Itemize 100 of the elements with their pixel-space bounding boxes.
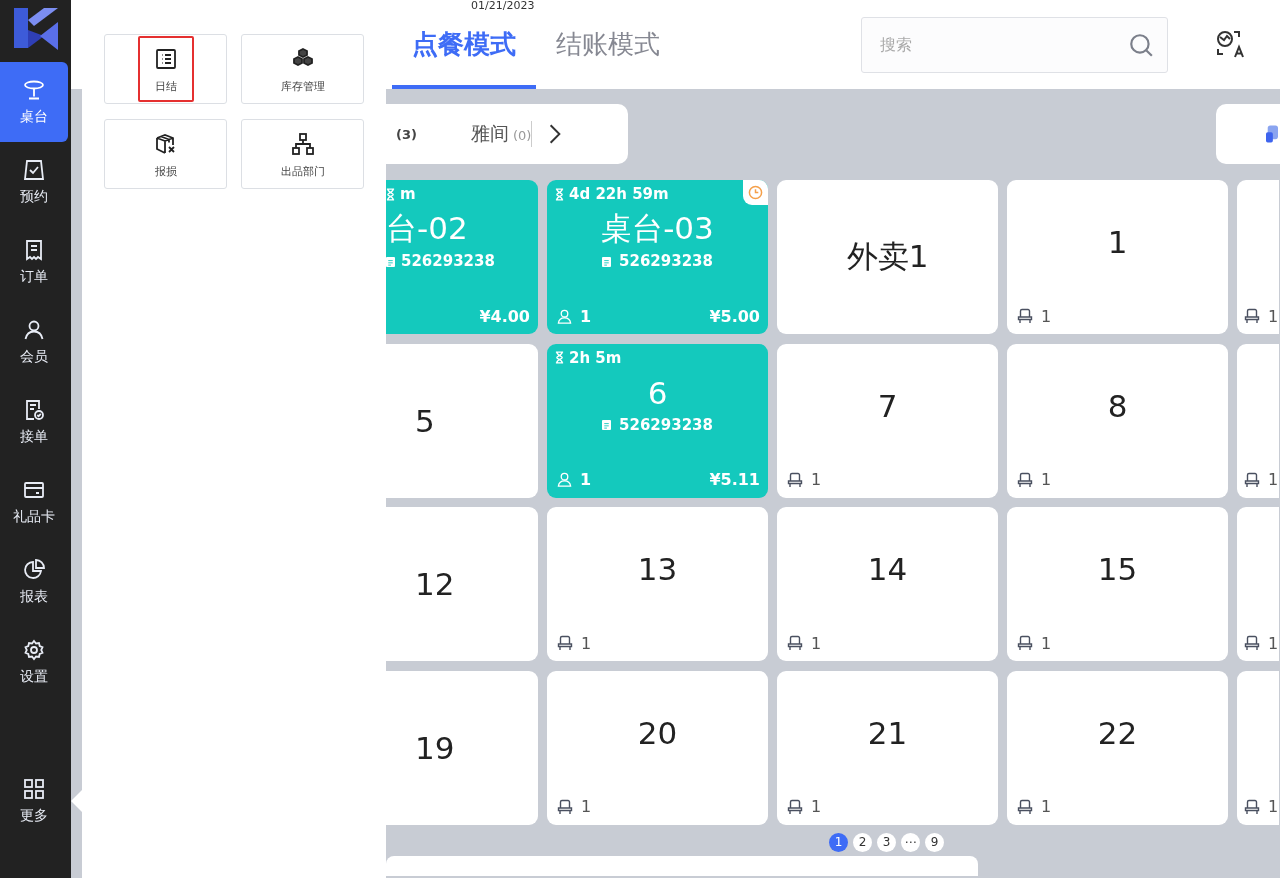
seat-count: 1: [1041, 470, 1052, 489]
page-button[interactable]: 3: [877, 832, 896, 852]
chair-icon: [557, 798, 573, 815]
seat-count: 1: [1041, 306, 1052, 326]
search-icon: [1128, 31, 1154, 58]
nav-item[interactable]: 更多: [0, 761, 68, 841]
table-card[interactable]: 19: [386, 670, 538, 825]
table-card[interactable]: 20 1: [547, 670, 768, 825]
table-card[interactable]: 21 1: [777, 670, 998, 825]
nav-item[interactable]: 接单: [0, 382, 68, 462]
nav-item[interactable]: 报表: [0, 542, 68, 622]
nav-item[interactable]: 订单: [0, 222, 68, 302]
table-card[interactable]: 7 1: [777, 343, 998, 498]
table-name: 12: [415, 566, 455, 602]
table-name: 22: [1097, 714, 1138, 751]
page-button[interactable]: 1: [829, 832, 848, 852]
person-icon: [22, 318, 46, 342]
table-card[interactable]: 12: [386, 507, 538, 661]
table-name: 台-02: [386, 209, 469, 248]
chevron-right-icon[interactable]: [548, 123, 563, 145]
table-card[interactable]: 1: [1237, 670, 1279, 825]
clipboard-icon: [602, 419, 612, 430]
chair-icon: [1017, 635, 1033, 651]
guest-count: 1: [580, 306, 592, 326]
table-card[interactable]: 1: [1237, 343, 1279, 498]
clock-icon: [748, 185, 763, 200]
list-icon: [153, 47, 178, 71]
table-icon: [22, 78, 46, 102]
table-name: 8: [1107, 387, 1128, 424]
timer-text: 4d 22h 59m: [569, 185, 669, 203]
menu-tile[interactable]: 报损: [104, 119, 227, 189]
table-card[interactable]: 22 1: [1007, 670, 1228, 825]
calendar-check-icon: [22, 158, 46, 182]
table-name: 19: [415, 729, 455, 766]
table-name: 21: [867, 714, 908, 751]
nav-item[interactable]: 会员: [0, 302, 68, 382]
chair-icon: [787, 798, 803, 815]
person-icon: [557, 472, 572, 487]
mode-tab[interactable]: 结账模式: [536, 0, 680, 89]
price-text: ¥5.00: [709, 306, 760, 326]
area-tab[interactable]: 雅间 (0): [470, 121, 532, 147]
table-name: 1: [1107, 224, 1128, 260]
seat-count: 1: [811, 797, 822, 816]
table-name: 20: [637, 714, 678, 751]
table-name: 5: [415, 402, 435, 439]
price-text: ¥4.00: [479, 306, 530, 326]
table-name: 15: [1097, 551, 1138, 587]
hourglass-icon: [555, 351, 564, 364]
device-icon: [1266, 124, 1278, 144]
table-name: 7: [877, 387, 898, 424]
nav-item[interactable]: 桌台: [0, 62, 68, 142]
seat-count: 1: [1041, 633, 1052, 653]
chair-icon: [557, 635, 573, 651]
nav-item[interactable]: 设置: [0, 622, 68, 702]
chair-icon: [1017, 308, 1033, 324]
table-name: 13: [637, 551, 678, 587]
table-card[interactable]: 外卖1: [777, 180, 998, 334]
seat-count: 1: [811, 633, 822, 653]
chair-icon: [1244, 471, 1260, 488]
settings-icon: [22, 638, 46, 662]
seat-count: 1: [1268, 306, 1279, 326]
menu-tile[interactable]: 出品部门: [241, 119, 364, 189]
org-chart-icon: [290, 132, 315, 156]
table-name: 桌台-03: [600, 209, 715, 248]
page-button[interactable]: 2: [853, 832, 872, 852]
menu-tile[interactable]: 库存管理: [241, 34, 364, 104]
menu-tile[interactable]: 日结: [104, 34, 227, 104]
page-button[interactable]: ⋯: [901, 832, 920, 852]
table-card[interactable]: 13 1: [547, 507, 768, 661]
table-card[interactable]: 15 1: [1007, 507, 1228, 661]
page-button[interactable]: 9: [925, 832, 944, 852]
table-card[interactable]: 1: [1237, 180, 1279, 334]
timer-text: m: [400, 185, 416, 203]
logo: [13, 6, 58, 50]
date-text: 01/21/2023: [471, 0, 535, 12]
hourglass-icon: [555, 187, 564, 201]
chair-icon: [1244, 635, 1260, 651]
seat-count: 1: [581, 633, 592, 653]
seat-count: 1: [1041, 797, 1052, 816]
area-tab[interactable]: (3): [396, 126, 417, 142]
seat-count: 1: [811, 470, 822, 489]
chair-icon: [1244, 798, 1260, 815]
guest-count: 1: [580, 470, 592, 489]
table-card[interactable]: 5: [386, 343, 538, 498]
chair-icon: [787, 635, 803, 651]
seat-count: 1: [1268, 470, 1279, 489]
chair-icon: [1017, 798, 1033, 815]
nav-item[interactable]: 预约: [0, 142, 68, 222]
table-card[interactable]: 14 1: [777, 507, 998, 661]
nav-item[interactable]: 礼品卡: [0, 462, 68, 542]
pie-chart-icon: [22, 558, 46, 582]
box-cross-icon: [153, 132, 178, 156]
search-field[interactable]: 搜索: [861, 16, 1168, 73]
table-card[interactable]: 8 1: [1007, 343, 1228, 498]
table-card[interactable]: 1 1: [1007, 180, 1228, 334]
table-name: 14: [867, 551, 908, 587]
price-text: ¥5.11: [709, 470, 760, 489]
clipboard-icon: [602, 255, 612, 267]
chair-icon: [1244, 308, 1260, 324]
table-card[interactable]: 1: [1237, 507, 1279, 661]
